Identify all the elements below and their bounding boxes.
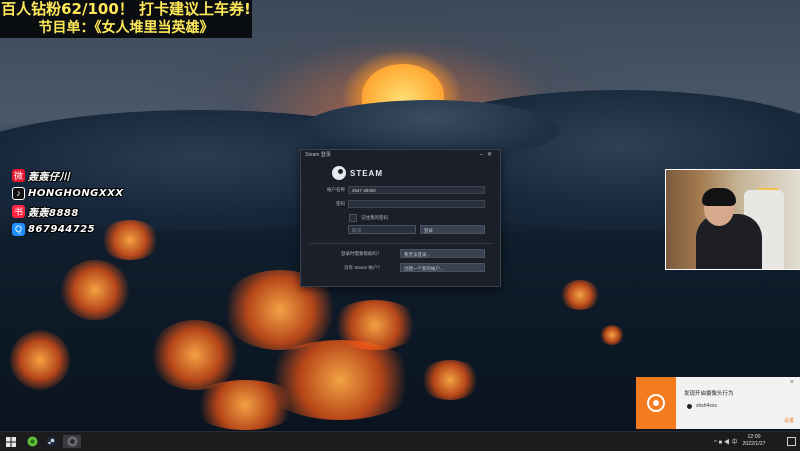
login-button[interactable]: 登录 xyxy=(420,225,485,234)
steam-login-window: Steam 登录 –✕ STEAM 帐户名称 2547 49460 密码 记住我… xyxy=(300,149,501,287)
streamer-body xyxy=(696,214,762,269)
social-handle: HONGHONGXXX xyxy=(28,187,124,199)
tiktok-icon: ♪ xyxy=(12,186,25,200)
notification-center-button[interactable] xyxy=(784,435,798,448)
password-row: 密码 xyxy=(301,200,500,209)
create-account-button[interactable]: 创建一个新的帐户... xyxy=(400,263,485,272)
account-row: 帐户名称 2547 49460 xyxy=(301,186,500,195)
taskbar-steam[interactable] xyxy=(44,435,58,448)
webcam-overlay xyxy=(665,169,800,270)
social-tiktok: ♪ HONGHONGXXX xyxy=(12,184,124,202)
no-account-question: 没有 Steam 帐户？ xyxy=(344,265,383,270)
steam-logo: STEAM xyxy=(332,166,383,180)
remember-checkbox[interactable] xyxy=(349,214,357,222)
camera-icon xyxy=(647,394,665,412)
weibo-icon: 微 xyxy=(12,168,25,182)
social-accounts: 微 轰轰仔川 ♪ HONGHONGXXX 书 轰轰8888 Q 86794472… xyxy=(12,166,124,238)
start-button[interactable] xyxy=(4,435,18,448)
app-icon xyxy=(67,436,77,447)
remember-label: 记住我的密码 xyxy=(361,215,388,220)
social-handle: 轰轰8888 xyxy=(28,207,79,219)
remember-password[interactable]: 记住我的密码 xyxy=(349,214,388,222)
clock[interactable]: 12:00 2022/1/27 xyxy=(734,434,774,448)
social-xiaohongshu: 书 轰轰8888 xyxy=(12,202,124,220)
taskbar-app[interactable] xyxy=(25,435,39,448)
help-question: 登录时需要帮助吗？ xyxy=(341,251,382,256)
cancel-button[interactable]: 取消 xyxy=(348,225,416,234)
steam-icon xyxy=(46,436,56,447)
divider xyxy=(309,243,492,244)
ember-glow xyxy=(10,330,70,390)
ember-glow xyxy=(330,300,420,350)
ember-glow xyxy=(190,380,300,430)
taskbar: ^ ■ ◀ 中 12:00 2022/1/27 xyxy=(0,431,800,451)
social-qq: Q 867944725 xyxy=(12,220,124,238)
window-titlebar[interactable]: Steam 登录 –✕ xyxy=(301,150,500,162)
password-label: 密码 xyxy=(336,201,345,206)
notification-icon-panel xyxy=(636,377,676,429)
close-icon[interactable]: ✕ xyxy=(487,152,496,158)
close-icon[interactable]: × xyxy=(790,379,794,386)
banner-line1: 百人钻粉62/100！ 打卡建议上车券! xyxy=(1,0,251,18)
account-label: 帐户名称 xyxy=(327,187,345,192)
ember-glow xyxy=(600,325,624,345)
social-handle: 867944725 xyxy=(28,223,96,235)
notification-user: xhsh4xxx xyxy=(696,403,717,409)
ember-glow xyxy=(420,360,480,400)
streamer-hair xyxy=(702,188,736,206)
notification-title: 发现开启摄像头行为 xyxy=(684,391,734,397)
green-app-icon xyxy=(27,436,37,447)
clock-date: 2022/1/27 xyxy=(742,441,766,447)
ember-glow xyxy=(150,320,240,390)
cant-login-button[interactable]: 我无法登录... xyxy=(400,249,485,258)
ember-glow xyxy=(60,260,130,320)
camera-notification[interactable]: × 发现开启摄像头行为 xhsh4xxx 设置 xyxy=(636,377,800,429)
steam-icon xyxy=(332,166,346,180)
ember-glow xyxy=(560,280,600,310)
window-controls: –✕ xyxy=(480,151,496,158)
banner-line2: 节目单：《女人堆里当英雄》 xyxy=(38,20,214,36)
app-icon xyxy=(687,404,692,409)
notification-settings-link[interactable]: 设置 xyxy=(784,417,794,424)
notification-icon xyxy=(786,437,796,446)
steam-wordmark: STEAM xyxy=(350,168,383,178)
social-weibo: 微 轰轰仔川 xyxy=(12,166,124,184)
social-handle: 轰轰仔川 xyxy=(28,171,70,183)
minimize-icon[interactable]: – xyxy=(480,152,487,158)
qq-icon: Q xyxy=(12,222,25,236)
clock-time: 12:00 xyxy=(747,434,761,440)
window-title: Steam 登录 xyxy=(305,152,331,158)
windows-icon xyxy=(6,436,16,447)
password-input[interactable] xyxy=(348,200,485,208)
taskbar-active-app[interactable] xyxy=(63,435,81,448)
stream-banner: 百人钻粉62/100！ 打卡建议上车券! 节目单：《女人堆里当英雄》 xyxy=(0,0,252,38)
account-input[interactable]: 2547 49460 xyxy=(348,186,485,194)
xiaohongshu-icon: 书 xyxy=(12,204,25,218)
